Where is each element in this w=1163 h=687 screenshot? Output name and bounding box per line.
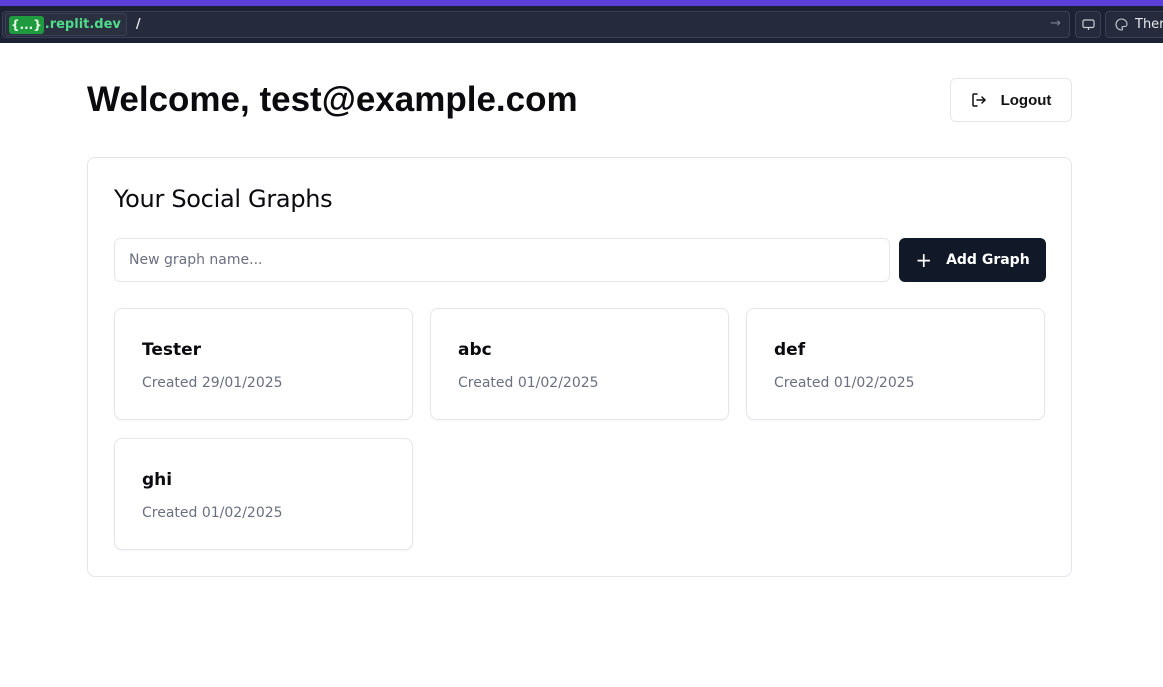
graph-created-date: Created 01/02/2025 bbox=[142, 505, 283, 521]
page-title: Welcome, test@example.com bbox=[87, 80, 578, 119]
graph-name: abc bbox=[458, 340, 492, 360]
webview-url-bar: {...} .replit.dev / → Ther bbox=[0, 6, 1163, 43]
logout-label: Logout bbox=[1000, 91, 1052, 109]
graph-name: ghi bbox=[142, 470, 173, 490]
graph-name: def bbox=[774, 340, 806, 360]
graph-name-input[interactable] bbox=[114, 238, 890, 282]
domain-chip[interactable]: {...} .replit.dev bbox=[5, 13, 127, 36]
graphs-panel: Your Social Graphs + Add Graph Tester Cr… bbox=[87, 157, 1072, 577]
graph-name: Tester bbox=[142, 340, 202, 360]
monitor-icon bbox=[1081, 18, 1095, 30]
logout-button[interactable]: Logout bbox=[950, 78, 1072, 122]
plus-icon: + bbox=[915, 248, 933, 272]
url-field[interactable]: {...} .replit.dev / → bbox=[2, 11, 1070, 38]
add-graph-label: Add Graph bbox=[946, 252, 1030, 268]
graph-created-date: Created 29/01/2025 bbox=[142, 375, 283, 391]
graph-created-date: Created 01/02/2025 bbox=[458, 375, 599, 391]
graph-card[interactable]: abc Created 01/02/2025 bbox=[430, 308, 729, 420]
theme-label: Ther bbox=[1135, 17, 1163, 32]
logout-icon bbox=[971, 93, 986, 107]
section-title: Your Social Graphs bbox=[114, 185, 333, 213]
arrow-right-icon[interactable]: → bbox=[1050, 16, 1061, 31]
palette-icon bbox=[1115, 18, 1128, 31]
graph-card[interactable]: def Created 01/02/2025 bbox=[746, 308, 1045, 420]
graph-card[interactable]: Tester Created 29/01/2025 bbox=[114, 308, 413, 420]
url-path[interactable]: / bbox=[136, 17, 141, 32]
graph-card[interactable]: ghi Created 01/02/2025 bbox=[114, 438, 413, 550]
devices-button[interactable] bbox=[1075, 11, 1101, 38]
add-graph-button[interactable]: + Add Graph bbox=[899, 238, 1046, 282]
graph-created-date: Created 01/02/2025 bbox=[774, 375, 915, 391]
theme-button[interactable]: Ther bbox=[1105, 11, 1163, 38]
domain-badge: {...} bbox=[9, 15, 44, 34]
domain-text: .replit.dev bbox=[44, 17, 121, 32]
